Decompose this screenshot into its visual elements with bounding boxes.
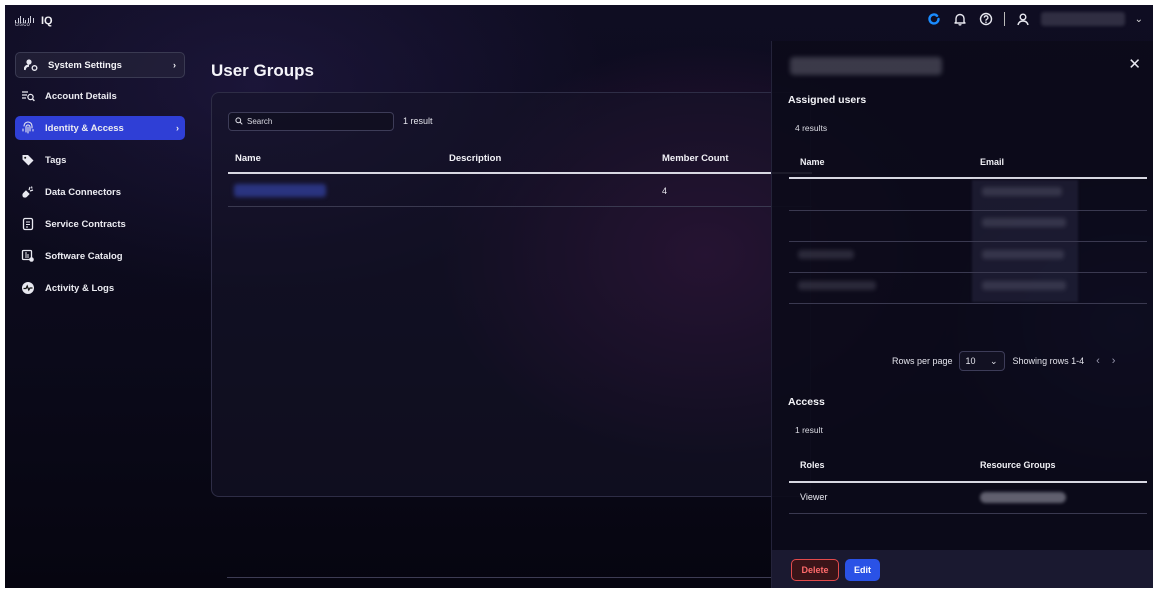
email-redacted: [982, 250, 1064, 259]
table-row-divider: [789, 272, 1147, 273]
sidebar-item-label: Data Connectors: [45, 186, 122, 198]
group-details-drawer: ✕ Assigned users 4 results Name Email Ro…: [771, 41, 1153, 588]
edit-button[interactable]: Edit: [845, 559, 880, 581]
app-window: cisco IQ ⌄ System Settings › Account Det…: [5, 5, 1153, 588]
activity-icon: [21, 281, 35, 295]
sidebar-item-identity-access[interactable]: Identity & Access ›: [15, 116, 185, 140]
topbar-divider: [1003, 12, 1005, 26]
rows-per-page-label: Rows per page: [892, 356, 953, 366]
sidebar-item-activity-logs[interactable]: Activity & Logs: [15, 276, 185, 300]
assigned-users-count: 4 results: [795, 123, 828, 133]
result-count: 1 result: [403, 116, 433, 126]
assigned-users-title: Assigned users: [788, 94, 867, 106]
tag-icon: [21, 153, 35, 167]
sidebar-item-label: Account Details: [45, 90, 117, 102]
system-settings-button[interactable]: System Settings ›: [15, 52, 185, 78]
rows-per-page-value: 10: [965, 356, 976, 366]
email-redacted: [982, 218, 1066, 227]
rows-per-page-select[interactable]: 10 ⌄: [958, 351, 1005, 371]
access-header-divider: [789, 481, 1147, 483]
group-name-redacted[interactable]: [234, 184, 326, 197]
refresh-icon[interactable]: [926, 11, 942, 27]
sidebar-item-label: Software Catalog: [45, 250, 123, 262]
pagination: Rows per page 10 ⌄ Showing rows 1-4 ‹ ›: [892, 351, 1115, 371]
sidebar-item-label: Identity & Access: [45, 122, 124, 134]
sidebar-item-software-catalog[interactable]: Software Catalog: [15, 244, 185, 268]
drawer-title-redacted: [790, 57, 942, 75]
column-header-description[interactable]: Description: [449, 153, 501, 164]
sidebar-item-account-details[interactable]: Account Details: [15, 84, 185, 108]
fingerprint-icon: [21, 121, 35, 135]
table-row-divider: [789, 513, 1147, 514]
column-header-resource-groups[interactable]: Resource Groups: [980, 460, 1056, 470]
member-count-cell: 4: [662, 186, 668, 196]
chevron-down-icon[interactable]: ⌄: [1135, 14, 1143, 25]
user-name-redacted[interactable]: [1040, 12, 1125, 26]
access-title: Access: [788, 396, 825, 408]
search-placeholder: Search: [247, 117, 273, 126]
table-row-divider: [789, 210, 1147, 211]
user-icon[interactable]: [1015, 11, 1031, 27]
sidebar-item-label: Service Contracts: [45, 218, 126, 230]
next-page-icon[interactable]: ›: [1112, 355, 1116, 367]
sidebar-item-service-contracts[interactable]: Service Contracts: [15, 212, 185, 236]
close-icon[interactable]: ✕: [1128, 55, 1141, 73]
app-name: IQ: [41, 15, 53, 27]
system-settings-label: System Settings: [48, 59, 122, 71]
drawer-footer: Delete Edit: [772, 550, 1153, 588]
user-groups-table-card: Search 1 result Name Description Member …: [211, 92, 812, 497]
search-icon: [235, 116, 243, 127]
column-header-name[interactable]: Name: [800, 157, 825, 167]
user-name-redacted: [798, 281, 876, 290]
top-bar: cisco IQ ⌄: [5, 5, 1153, 39]
account-details-icon: [21, 89, 35, 103]
table-row-divider: [789, 241, 1147, 242]
column-header-email[interactable]: Email: [980, 157, 1004, 167]
column-header-name[interactable]: Name: [235, 153, 261, 164]
delete-button[interactable]: Delete: [791, 559, 839, 581]
top-icons: ⌄: [926, 11, 1143, 27]
table-row-divider: [228, 206, 812, 207]
chevron-down-icon: ⌄: [990, 355, 998, 366]
user-name-redacted: [798, 250, 854, 259]
page-title: User Groups: [211, 61, 314, 80]
catalog-icon: [21, 249, 35, 263]
column-header-member-count[interactable]: Member Count: [662, 153, 729, 164]
table-row-divider: [789, 303, 1147, 304]
sidebar-item-tags[interactable]: Tags: [15, 148, 185, 172]
contract-icon: [21, 217, 35, 231]
bell-icon[interactable]: [952, 11, 968, 27]
search-input[interactable]: Search: [228, 112, 394, 131]
sidebar-item-label: Tags: [45, 154, 67, 166]
bottom-divider: [227, 577, 775, 578]
cisco-logo[interactable]: cisco IQ: [15, 14, 53, 28]
email-redacted: [982, 187, 1062, 196]
chevron-right-icon: ›: [173, 60, 176, 70]
plug-icon: [21, 185, 35, 199]
previous-page-icon[interactable]: ‹: [1096, 355, 1100, 367]
email-redacted: [982, 281, 1066, 290]
table-header-divider: [228, 172, 812, 174]
users-header-divider: [789, 177, 1147, 179]
sidebar-item-data-connectors[interactable]: Data Connectors: [15, 180, 185, 204]
logo-wordmark: cisco: [15, 22, 31, 28]
chevron-right-icon: ›: [176, 123, 179, 133]
role-cell: Viewer: [800, 492, 828, 502]
resource-group-redacted[interactable]: [980, 492, 1066, 503]
column-header-roles[interactable]: Roles: [800, 460, 825, 470]
access-count: 1 result: [795, 425, 823, 435]
showing-rows-text: Showing rows 1-4: [1012, 356, 1085, 366]
settings-user-icon: [24, 58, 38, 72]
sidebar: System Settings › Account Details Identi…: [15, 52, 185, 300]
help-icon[interactable]: [978, 11, 994, 27]
sidebar-item-label: Activity & Logs: [45, 282, 115, 294]
cisco-logo-mark: cisco: [15, 14, 35, 28]
